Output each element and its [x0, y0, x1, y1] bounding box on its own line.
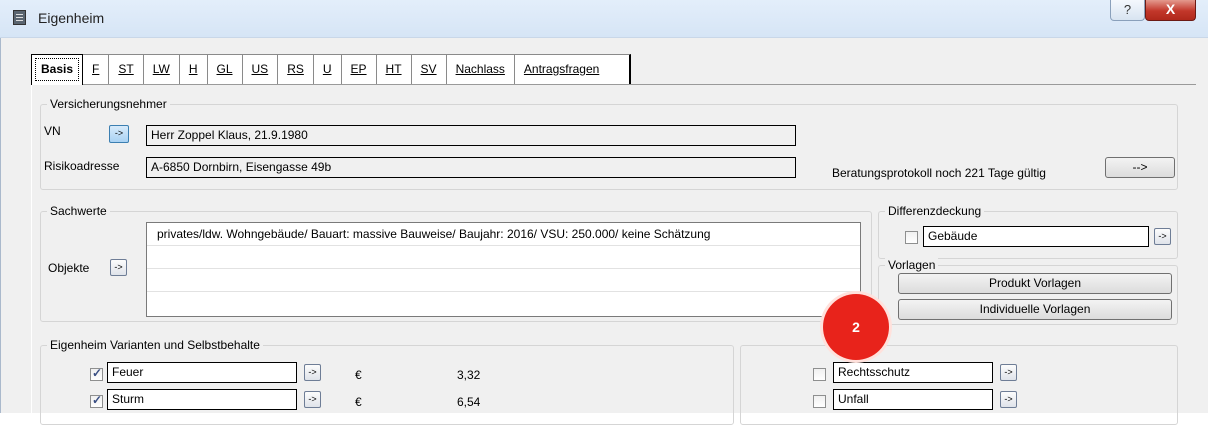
sturm-field[interactable]: Sturm — [107, 389, 297, 410]
tab-ht[interactable]: HT — [375, 54, 412, 85]
group-title: Sachwerte — [47, 204, 110, 218]
window-title: Eigenheim — [38, 10, 105, 26]
annotation-badge: 2 — [823, 294, 889, 360]
tab-sv[interactable]: SV — [410, 54, 447, 85]
rechtsschutz-checkbox[interactable] — [813, 368, 826, 381]
tab-f[interactable]: F — [82, 54, 110, 85]
list-item[interactable] — [147, 269, 860, 292]
unfall-button[interactable]: -> — [1000, 391, 1017, 408]
help-button[interactable]: ? — [1110, 0, 1145, 21]
tab-lw[interactable]: LW — [142, 54, 180, 85]
feuer-currency: € — [355, 368, 362, 382]
differenzdeckung-checkbox[interactable] — [905, 231, 918, 244]
group-title: Versicherungsnehmer — [47, 97, 170, 111]
tab-us[interactable]: US — [241, 54, 279, 85]
risikoadresse-field[interactable]: A-6850 Dornbirn, Eisengasse 49b — [146, 157, 796, 178]
tab-rs[interactable]: RS — [277, 54, 314, 85]
objekte-list[interactable]: privates/ldw. Wohngebäude/ Bauart: massi… — [146, 222, 861, 317]
tab-panel-basis: Versicherungsnehmer VN -> Herr Zoppel Kl… — [31, 84, 1196, 425]
list-item[interactable] — [147, 292, 860, 315]
risikoadresse-label: Risikoadresse — [44, 159, 120, 173]
sturm-amount: 6,54 — [457, 395, 481, 409]
title-bar: Eigenheim ? X — [0, 0, 1208, 38]
feuer-field[interactable]: Feuer — [107, 362, 297, 383]
feuer-button[interactable]: -> — [304, 364, 321, 381]
tab-strip: Basis F ST LW H GL US RS U EP HT SV Nach… — [31, 54, 632, 85]
objekte-button[interactable]: -> — [110, 259, 127, 276]
tab-h[interactable]: H — [178, 54, 208, 85]
tab-u[interactable]: U — [312, 54, 342, 85]
sturm-checkbox[interactable] — [90, 393, 103, 408]
tab-basis[interactable]: Basis — [31, 54, 84, 85]
tab-gl[interactable]: GL — [206, 54, 243, 85]
differenzdeckung-button[interactable]: -> — [1154, 228, 1171, 245]
differenzdeckung-field[interactable]: Gebäude — [923, 226, 1149, 247]
individuelle-vorlagen-button[interactable]: Individuelle Vorlagen — [898, 299, 1172, 320]
vn-label: VN — [44, 124, 61, 138]
group-zusatzdeckungen — [740, 345, 1178, 425]
dialog-body: Basis F ST LW H GL US RS U EP HT SV Nach… — [0, 38, 1208, 425]
sturm-currency: € — [355, 395, 362, 409]
vn-select-button[interactable]: -> — [109, 125, 129, 143]
list-item[interactable] — [147, 246, 860, 269]
close-button[interactable]: X — [1145, 0, 1196, 21]
unfall-checkbox[interactable] — [813, 395, 826, 408]
list-item[interactable]: privates/ldw. Wohngebäude/ Bauart: massi… — [147, 223, 860, 246]
feuer-amount: 3,32 — [457, 368, 481, 382]
group-title: Eigenheim Varianten und Selbstbehalte — [47, 338, 263, 352]
rechtsschutz-button[interactable]: -> — [1000, 364, 1017, 381]
vn-field[interactable]: Herr Zoppel Klaus, 21.9.1980 — [146, 125, 796, 146]
feuer-checkbox[interactable] — [90, 366, 103, 381]
group-title: Differenzdeckung — [885, 204, 985, 218]
group-varianten: Eigenheim Varianten und Selbstbehalte — [40, 338, 734, 425]
rechtsschutz-field[interactable]: Rechtsschutz — [833, 362, 993, 383]
produkt-vorlagen-button[interactable]: Produkt Vorlagen — [898, 273, 1172, 294]
tab-antragsfragen[interactable]: Antragsfragen — [513, 54, 632, 85]
app-icon — [13, 10, 26, 25]
beratungsprotokoll-button[interactable]: --> — [1105, 157, 1175, 178]
sturm-button[interactable]: -> — [304, 391, 321, 408]
group-title: Vorlagen — [885, 258, 939, 272]
tab-nachlass[interactable]: Nachlass — [445, 54, 515, 85]
tab-st[interactable]: ST — [108, 54, 144, 85]
tab-ep[interactable]: EP — [340, 54, 377, 85]
objekte-label: Objekte — [48, 261, 90, 275]
beratungsprotokoll-text: Beratungsprotokoll noch 221 Tage gültig — [832, 166, 1046, 180]
unfall-field[interactable]: Unfall — [833, 389, 993, 410]
